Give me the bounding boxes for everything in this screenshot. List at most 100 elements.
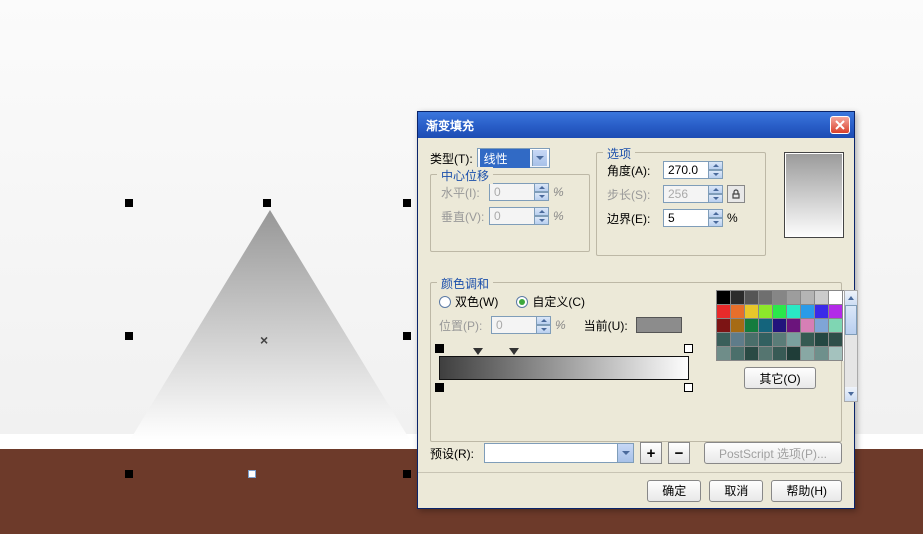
custom-radio[interactable]: 自定义(C) — [516, 293, 585, 310]
type-select[interactable]: 线性 — [477, 148, 550, 168]
palette-swatch[interactable] — [815, 319, 829, 333]
selection-handle[interactable] — [403, 470, 411, 478]
selection-handle[interactable] — [403, 199, 411, 207]
selection-handle[interactable] — [263, 199, 271, 207]
palette-swatch[interactable] — [773, 305, 787, 319]
palette-swatch[interactable] — [815, 291, 829, 305]
palette-swatch[interactable] — [745, 291, 759, 305]
triangle-shape[interactable] — [130, 210, 410, 440]
angle-input[interactable] — [663, 161, 709, 179]
spinner-down-icon — [536, 325, 551, 334]
other-colors-button[interactable]: 其它(O) — [744, 367, 815, 389]
help-button[interactable]: 帮助(H) — [771, 480, 842, 502]
horizontal-spinner — [489, 183, 549, 201]
selection-handle[interactable] — [125, 470, 133, 478]
selection-handle[interactable] — [125, 199, 133, 207]
palette-swatch[interactable] — [731, 305, 745, 319]
palette-swatch[interactable] — [829, 319, 843, 333]
palette-swatch[interactable] — [787, 333, 801, 347]
spinner-up-icon[interactable] — [708, 209, 723, 218]
palette-swatch[interactable] — [745, 305, 759, 319]
palette-swatch[interactable] — [787, 291, 801, 305]
cancel-button[interactable]: 取消 — [709, 480, 763, 502]
scroll-down-icon[interactable] — [845, 387, 857, 401]
palette-swatch[interactable] — [759, 347, 773, 361]
gradient-stop-marker[interactable] — [435, 383, 444, 392]
chevron-down-icon[interactable] — [532, 150, 547, 166]
palette-swatch[interactable] — [717, 333, 731, 347]
preset-remove-button[interactable]: − — [668, 442, 690, 464]
palette-swatch[interactable] — [759, 319, 773, 333]
palette-swatch[interactable] — [759, 291, 773, 305]
gradient-ramp[interactable] — [439, 356, 689, 380]
palette-swatch[interactable] — [787, 305, 801, 319]
palette-swatch[interactable] — [773, 319, 787, 333]
palette-swatch[interactable] — [731, 291, 745, 305]
selection-handle[interactable] — [248, 470, 256, 478]
palette-swatch[interactable] — [787, 347, 801, 361]
palette-swatch[interactable] — [731, 319, 745, 333]
edge-spinner[interactable] — [663, 209, 723, 227]
palette-swatch[interactable] — [815, 305, 829, 319]
gradient-midpoint-marker[interactable] — [509, 348, 519, 355]
spinner-down-icon[interactable] — [708, 170, 723, 179]
edge-input[interactable] — [663, 209, 709, 227]
center-offset-label: 中心位移 — [437, 167, 493, 184]
selection-handle[interactable] — [125, 332, 133, 340]
titlebar[interactable]: 渐变填充 — [418, 112, 854, 138]
palette-swatch[interactable] — [745, 319, 759, 333]
ok-button[interactable]: 确定 — [647, 480, 701, 502]
palette-swatch[interactable] — [745, 333, 759, 347]
palette-swatch[interactable] — [759, 333, 773, 347]
vertical-label: 垂直(V): — [441, 208, 485, 225]
palette-swatch[interactable] — [829, 333, 843, 347]
gradient-stop-marker[interactable] — [435, 344, 444, 353]
palette-swatch[interactable] — [801, 347, 815, 361]
scroll-up-icon[interactable] — [845, 291, 857, 305]
palette-swatch[interactable] — [717, 291, 731, 305]
palette-swatch[interactable] — [829, 347, 843, 361]
palette-swatch[interactable] — [717, 305, 731, 319]
palette-swatch[interactable] — [801, 319, 815, 333]
palette-swatch[interactable] — [815, 347, 829, 361]
palette-swatch[interactable] — [801, 333, 815, 347]
preset-combobox[interactable] — [484, 443, 634, 463]
current-color-swatch[interactable] — [636, 317, 682, 333]
palette-swatch[interactable] — [773, 333, 787, 347]
two-color-radio[interactable]: 双色(W) — [439, 293, 498, 310]
palette-swatch[interactable] — [745, 347, 759, 361]
palette-swatch[interactable] — [801, 305, 815, 319]
palette-swatch[interactable] — [773, 347, 787, 361]
palette-swatch[interactable] — [731, 333, 745, 347]
spinner-up-icon[interactable] — [708, 161, 723, 170]
chevron-down-icon[interactable] — [617, 444, 633, 462]
angle-spinner[interactable] — [663, 161, 723, 179]
preset-add-button[interactable]: + — [640, 442, 662, 464]
spinner-down-icon[interactable] — [708, 218, 723, 227]
palette-swatch[interactable] — [829, 291, 843, 305]
palette-swatch[interactable] — [801, 291, 815, 305]
palette-swatch[interactable] — [829, 305, 843, 319]
scrollbar-thumb[interactable] — [845, 305, 857, 335]
vertical-spinner — [489, 207, 549, 225]
angle-label: 角度(A): — [607, 162, 659, 179]
palette-swatch[interactable] — [773, 291, 787, 305]
lock-icon[interactable] — [727, 185, 745, 203]
position-input — [491, 316, 537, 334]
palette-swatch[interactable] — [731, 347, 745, 361]
step-input — [663, 185, 709, 203]
palette-swatch[interactable] — [717, 347, 731, 361]
gradient-ramp-bar[interactable] — [439, 356, 689, 380]
gradient-midpoint-marker[interactable] — [473, 348, 483, 355]
palette-swatch[interactable] — [717, 319, 731, 333]
gradient-stop-marker[interactable] — [684, 344, 693, 353]
selection-handle[interactable] — [403, 332, 411, 340]
gradient-stop-marker[interactable] — [684, 383, 693, 392]
edge-label: 边界(E): — [607, 210, 659, 227]
palette-swatch[interactable] — [787, 319, 801, 333]
percent-label: % — [553, 185, 564, 199]
palette-swatch[interactable] — [815, 333, 829, 347]
palette-swatch[interactable] — [759, 305, 773, 319]
palette-scrollbar[interactable] — [844, 290, 858, 402]
close-button[interactable] — [830, 116, 850, 134]
